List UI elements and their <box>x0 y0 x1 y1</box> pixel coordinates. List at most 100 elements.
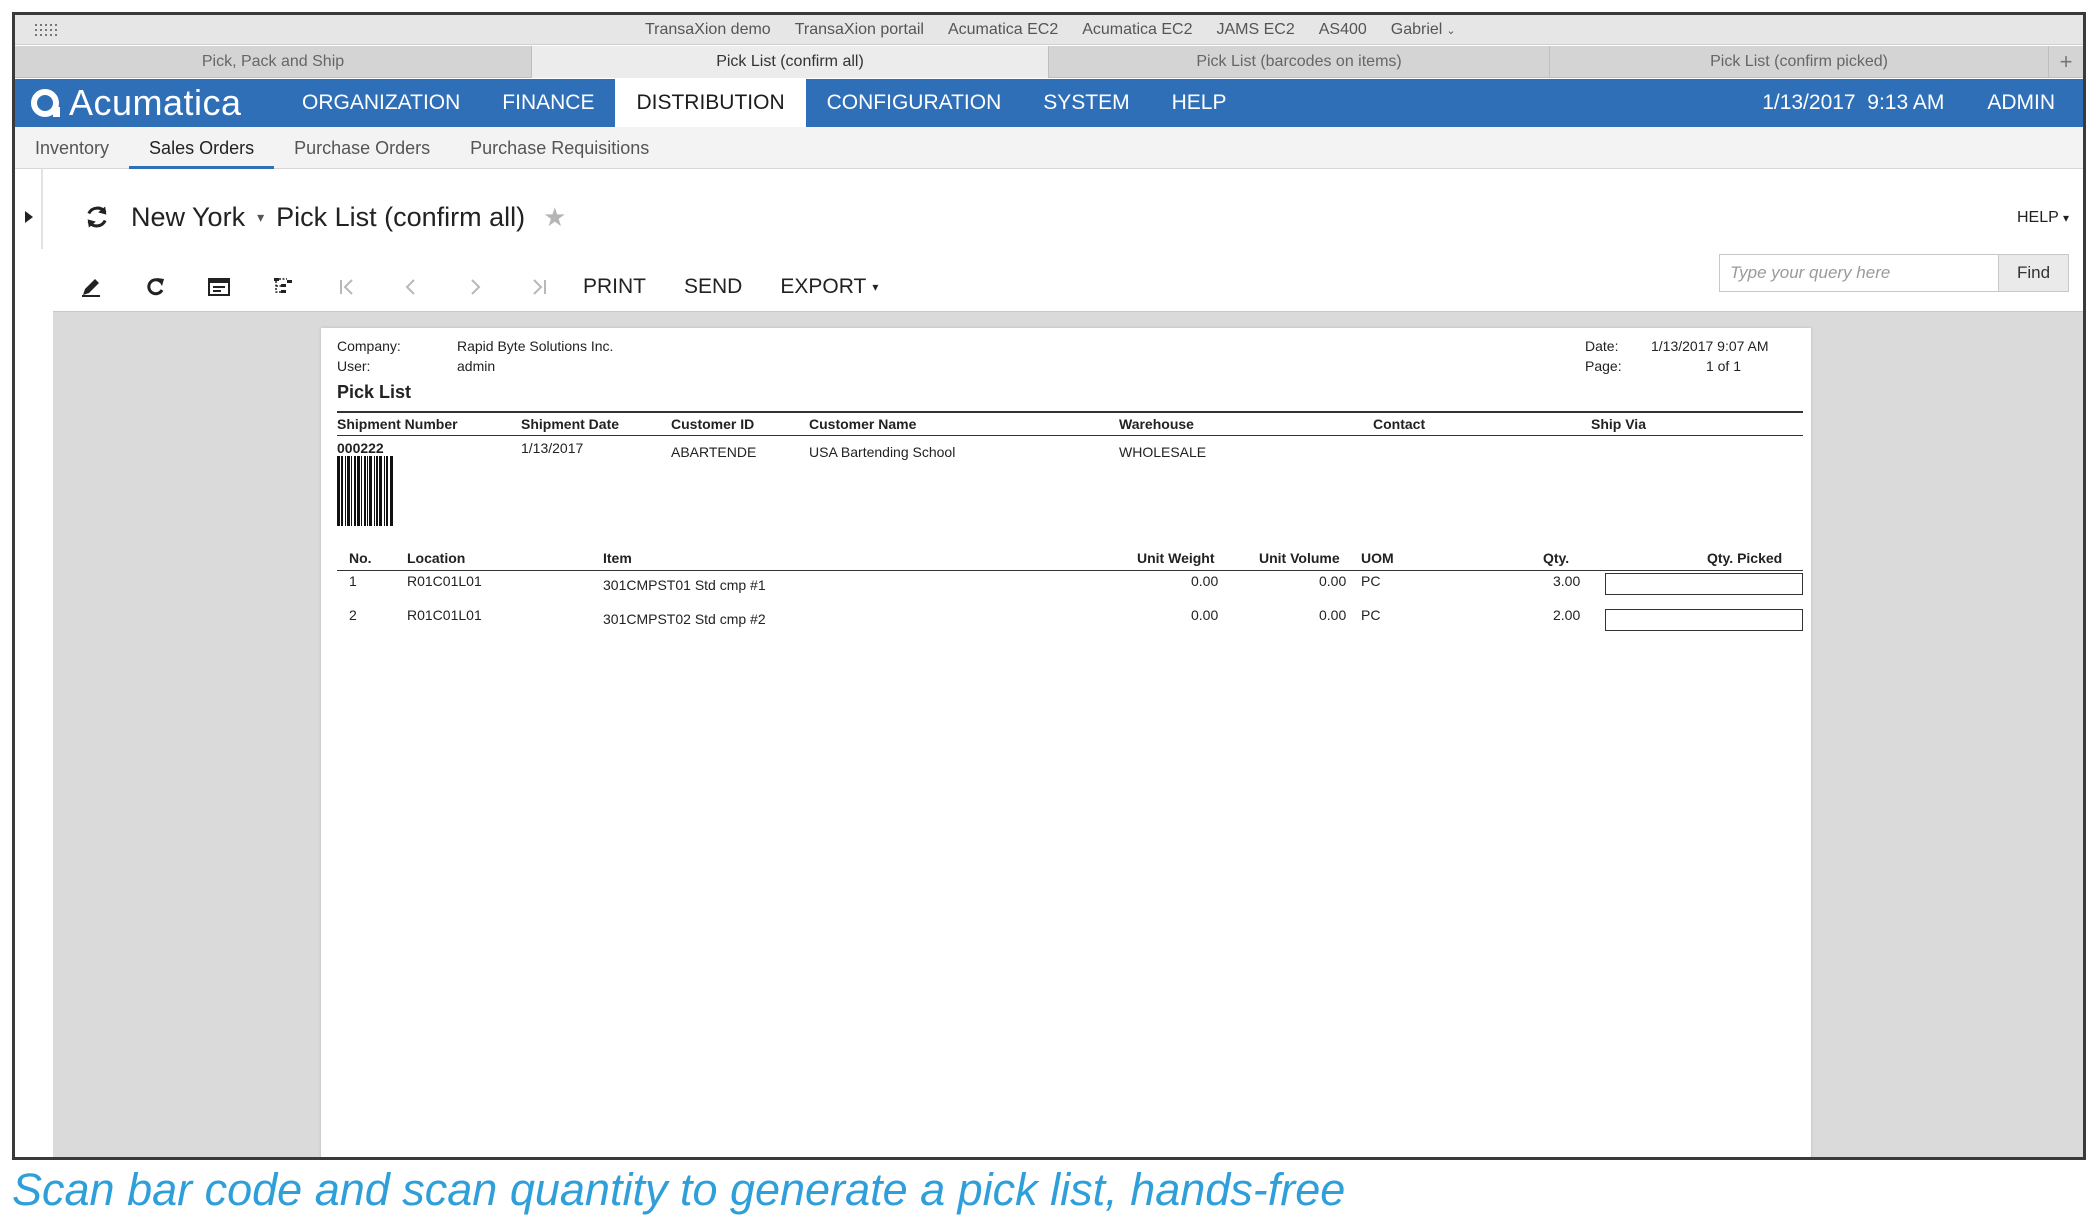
company-label: Company: <box>337 338 401 354</box>
browser-tab-strip: Pick, Pack and Ship Pick List (confirm a… <box>15 46 2083 78</box>
customer-id-value: ABARTENDE <box>671 444 757 460</box>
shipment-number-value: 000222 <box>337 440 384 456</box>
new-tab-plus-icon[interactable]: + <box>2049 46 2083 78</box>
user-label: User: <box>337 358 371 374</box>
favorite-star-icon[interactable]: ★ <box>543 202 566 233</box>
header-rule-top <box>337 411 1803 413</box>
print-button[interactable]: PRINT <box>583 275 646 299</box>
module-sub-menu: Inventory Sales Orders Purchase Orders P… <box>15 127 2083 169</box>
user-menu[interactable]: ADMIN <box>1987 91 2055 115</box>
search-input[interactable]: Type your query here <box>1719 254 1999 292</box>
edit-pencil-icon[interactable] <box>71 267 111 307</box>
col-unit-weight: Unit Weight <box>1137 550 1215 566</box>
previous-page-icon[interactable] <box>391 267 431 307</box>
bookmark-as400[interactable]: AS400 <box>1319 21 1367 39</box>
refresh-icon[interactable] <box>135 267 175 307</box>
report-page: Company: Rapid Byte Solutions Inc. User:… <box>321 328 1811 1157</box>
bookmark-transaxion-portail[interactable]: TransaXion portail <box>795 21 924 39</box>
line-1-no: 1 <box>349 573 357 589</box>
line-1-item: 301CMPST01 Std cmp #1 <box>603 577 766 593</box>
figure-caption: Scan bar code and scan quantity to gener… <box>12 1164 1346 1215</box>
sub-menu-inventory[interactable]: Inventory <box>15 127 129 169</box>
report-title: Pick List <box>337 382 412 402</box>
header-rule-bottom <box>337 435 1803 436</box>
bookmark-folder-gabriel[interactable]: Gabriel ⌄ <box>1391 21 1456 39</box>
menu-help[interactable]: HELP <box>1151 79 1248 127</box>
export-menu-button[interactable]: EXPORT ▾ <box>780 275 878 299</box>
date-label: Date: <box>1585 338 1619 354</box>
line-1-weight: 0.00 <box>1191 573 1219 589</box>
browser-tab-pick-list-barcodes[interactable]: Pick List (barcodes on items) <box>1049 46 1551 78</box>
col-warehouse: Warehouse <box>1119 416 1194 432</box>
page-label: Page: <box>1585 358 1622 374</box>
col-contact: Contact <box>1373 416 1426 432</box>
line-1-qty-picked-box <box>1605 573 1803 595</box>
bookmarks-bar: TransaXion demo TransaXion portail Acuma… <box>15 15 2083 45</box>
navigation-pane-edge <box>41 169 43 249</box>
menu-finance[interactable]: FINANCE <box>481 79 615 127</box>
menu-distribution[interactable]: DISTRIBUTION <box>615 79 806 127</box>
branch-dropdown-icon[interactable]: ▾ <box>257 209 264 226</box>
col-uom: UOM <box>1361 550 1394 566</box>
line-2-uom: PC <box>1361 607 1381 623</box>
chevron-down-icon: ⌄ <box>1446 25 1456 37</box>
sub-menu-sales-orders[interactable]: Sales Orders <box>129 127 275 169</box>
report-parameters-icon[interactable] <box>199 267 239 307</box>
line-1-location: R01C01L01 <box>407 573 482 589</box>
lines-header-rule <box>337 570 1803 571</box>
help-caret-icon: ▾ <box>2062 211 2069 225</box>
line-2-weight: 0.00 <box>1191 607 1219 623</box>
line-1-volume: 0.00 <box>1319 573 1347 589</box>
business-date[interactable]: 1/13/2017 9:13 AM <box>1762 91 1944 115</box>
export-label: EXPORT <box>780 275 867 298</box>
col-customer-name: Customer Name <box>809 416 917 432</box>
logo-text: Acumatica <box>69 82 242 123</box>
expand-navigation-arrow-icon[interactable] <box>23 207 37 227</box>
menu-configuration[interactable]: CONFIGURATION <box>806 79 1023 127</box>
browser-tab-pick-list-confirm-all[interactable]: Pick List (confirm all) <box>532 46 1049 78</box>
line-2-item: 301CMPST02 Std cmp #2 <box>603 611 766 627</box>
branch-selector[interactable]: New York <box>131 202 245 233</box>
menu-organization[interactable]: ORGANIZATION <box>281 79 481 127</box>
send-button[interactable]: SEND <box>684 275 742 299</box>
bookmark-jams-ec2[interactable]: JAMS EC2 <box>1216 21 1294 39</box>
sync-icon[interactable] <box>83 203 111 231</box>
sub-menu-purchase-requisitions[interactable]: Purchase Requisitions <box>450 127 669 169</box>
shipment-date-value: 1/13/2017 <box>521 440 584 456</box>
bookmark-transaxion-demo[interactable]: TransaXion demo <box>645 21 771 39</box>
line-1-qty: 3.00 <box>1553 573 1581 589</box>
help-dropdown[interactable]: HELP ▾ <box>2017 209 2069 227</box>
line-1-uom: PC <box>1361 573 1381 589</box>
user-value: admin <box>457 358 496 374</box>
menu-system[interactable]: SYSTEM <box>1022 79 1150 127</box>
first-page-icon[interactable] <box>327 267 367 307</box>
col-qty-picked: Qty. Picked <box>1707 550 1783 566</box>
page-title: Pick List (confirm all) <box>276 201 526 232</box>
report-viewer[interactable]: Company: Rapid Byte Solutions Inc. User:… <box>53 311 2083 1157</box>
customer-name-value: USA Bartending School <box>809 444 956 460</box>
bookmark-acumatica-ec2[interactable]: Acumatica EC2 <box>948 21 1058 39</box>
col-shipment-date: Shipment Date <box>521 416 620 432</box>
acumatica-logo-icon <box>31 89 60 117</box>
col-unit-volume: Unit Volume <box>1259 550 1340 566</box>
browser-tab-pick-pack-ship[interactable]: Pick, Pack and Ship <box>15 46 532 78</box>
col-qty: Qty. <box>1543 550 1570 566</box>
col-location: Location <box>407 550 466 566</box>
col-line-no: No. <box>349 550 372 566</box>
main-menu: ORGANIZATION FINANCE DISTRIBUTION CONFIG… <box>281 79 1247 127</box>
last-page-icon[interactable] <box>519 267 559 307</box>
find-button[interactable]: Find <box>1999 254 2069 292</box>
acumatica-logo[interactable]: Acumatica <box>31 82 242 123</box>
sub-menu-purchase-orders[interactable]: Purchase Orders <box>274 127 450 169</box>
help-label: HELP <box>2017 209 2059 226</box>
report-toolbar: PRINT SEND EXPORT ▾ <box>71 265 916 309</box>
next-page-icon[interactable] <box>455 267 495 307</box>
warehouse-value: WHOLESALE <box>1119 444 1207 460</box>
bookmark-acumatica-ec2-2[interactable]: Acumatica EC2 <box>1082 21 1192 39</box>
apps-grid-icon[interactable] <box>35 24 57 38</box>
group-tree-icon[interactable] <box>263 267 303 307</box>
app-header: Acumatica ORGANIZATION FINANCE DISTRIBUT… <box>15 79 2083 127</box>
shipment-barcode <box>337 456 401 526</box>
browser-tab-pick-list-confirm-picked[interactable]: Pick List (confirm picked) <box>1550 46 2050 78</box>
date-value: 1/13/2017 9:07 AM <box>1651 338 1769 354</box>
